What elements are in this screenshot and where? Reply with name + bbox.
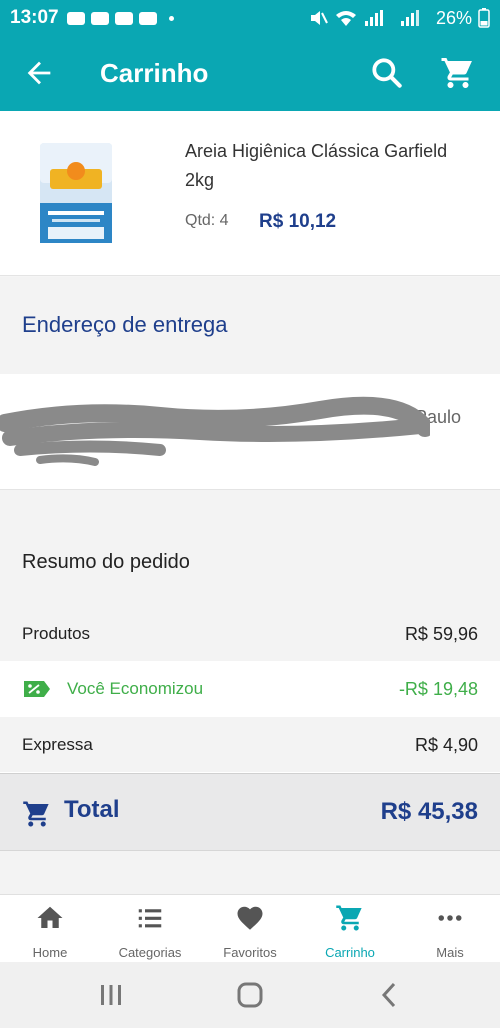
nav-mais-label: Mais [436, 945, 464, 960]
list-icon [138, 909, 162, 928]
bottom-navigation: Home Categorias Favoritos Carrinho Mais [0, 894, 500, 962]
total-row: Total R$ 45,38 [0, 773, 500, 851]
product-quantity: Qtd: 4 [185, 212, 229, 229]
recent-apps-icon[interactable] [96, 980, 126, 1010]
express-label: Expressa [22, 735, 93, 754]
status-right: 26% [308, 8, 490, 29]
address-card[interactable]: o Paulo [0, 374, 500, 490]
battery-percent: 26% [435, 7, 472, 28]
address-section-header: Endereço de entrega [0, 277, 500, 374]
more-notifications-icon [168, 15, 174, 21]
total-label: Total [64, 796, 120, 823]
nav-home-label: Home [32, 945, 68, 960]
product-price: R$ 10,12 [259, 211, 337, 232]
system-navigation-bar [0, 962, 500, 1028]
summary-section-header: Resumo do pedido [0, 490, 500, 606]
signal-icon [364, 10, 383, 26]
summary-row-savings: Você Economizou -R$ 19,48 [0, 661, 500, 716]
produtos-value: R$ 59,96 [404, 624, 478, 644]
total-value: R$ 45,38 [380, 798, 478, 825]
content-spacer [0, 851, 500, 894]
app-notification-icon-2 [138, 11, 157, 25]
product-name: Areia Higiênica Clássica Garfield 2kg [185, 141, 448, 190]
nav-categorias-label: Categorias [118, 945, 182, 960]
savings-label: Você Economizou [67, 679, 204, 698]
heart-icon [237, 906, 263, 930]
signal-2-icon [400, 10, 419, 26]
home-button-icon[interactable] [235, 980, 265, 1010]
summary-heading: Resumo do pedido [22, 551, 190, 573]
mute-icon [310, 11, 328, 25]
wifi-icon [335, 11, 356, 26]
gmail-icon [66, 11, 85, 25]
app-notification-icon [114, 11, 133, 25]
nav-carrinho-label: Carrinho [325, 945, 375, 960]
nav-home[interactable]: Home [0, 895, 100, 963]
cart-item[interactable]: Areia Higiênica Clássica Garfield 2kg Qt… [0, 111, 500, 276]
nav-favoritos[interactable]: Favoritos [200, 895, 300, 963]
nav-categorias[interactable]: Categorias [100, 895, 200, 963]
cart-icon[interactable] [440, 55, 476, 91]
product-image [40, 143, 112, 243]
express-value: R$ 4,90 [414, 735, 478, 755]
discount-tag-icon [24, 681, 50, 697]
nav-carrinho[interactable]: Carrinho [300, 895, 400, 963]
back-arrow-icon[interactable] [22, 56, 56, 90]
status-bar: 13:07 26% [0, 0, 500, 36]
home-icon [37, 906, 63, 928]
battery-icon [478, 8, 490, 28]
more-icon [438, 915, 462, 921]
summary-row-produtos: Produtos R$ 59,96 [0, 606, 500, 661]
status-time: 13:07 [10, 7, 59, 28]
search-icon[interactable] [368, 54, 406, 92]
savings-value: -R$ 19,48 [398, 679, 478, 699]
produtos-label: Produtos [22, 624, 91, 643]
app-bar: Carrinho [0, 36, 500, 111]
notification-icons [66, 11, 174, 25]
cart-total-icon [23, 801, 49, 827]
back-button-icon[interactable] [375, 980, 405, 1010]
summary-row-expressa: Expressa R$ 4,90 [0, 717, 500, 772]
cart-nav-icon [336, 905, 362, 931]
nav-favoritos-label: Favoritos [223, 945, 277, 960]
redaction-scribble [0, 396, 430, 466]
page-title: Carrinho [100, 58, 209, 88]
address-heading: Endereço de entrega [22, 312, 228, 337]
order-summary-table: Produtos R$ 59,96 Você Economizou -R$ 19… [0, 606, 500, 773]
nav-mais[interactable]: Mais [400, 895, 500, 963]
youtube-icon [90, 11, 109, 25]
